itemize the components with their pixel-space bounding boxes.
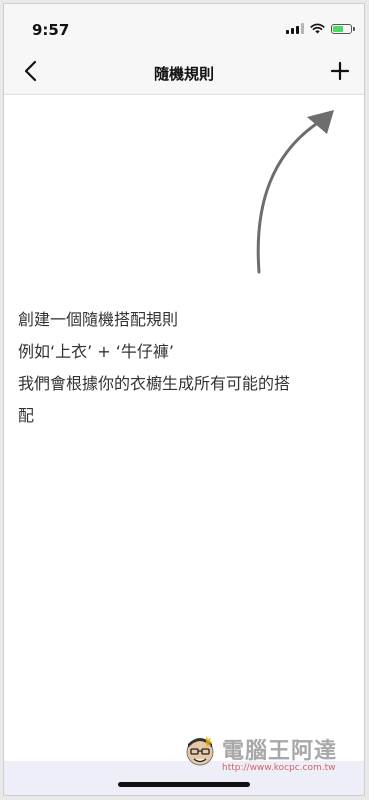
status-icons	[286, 23, 355, 34]
empty-state-line: 例如‘上衣’ + ‘牛仔褲’	[18, 342, 174, 361]
battery-charging-icon	[331, 23, 355, 34]
status-time: 9:57	[32, 21, 70, 39]
navigation-bar: 隨機規則	[4, 48, 364, 95]
watermark: 電腦王阿達 http://www.kocpc.com.tw	[184, 730, 359, 780]
empty-state-line: 創建一個隨機搭配規則	[18, 310, 179, 329]
phone-screen: 9:57 隨機規則 創建一個隨機搭配規則 例如‘上衣’ + ‘牛仔褲’ 我們會根…	[3, 3, 365, 796]
page-title: 隨機規則	[153, 65, 214, 83]
plus-icon	[330, 61, 350, 81]
empty-state-message: 創建一個隨機搭配規則 例如‘上衣’ + ‘牛仔褲’ 我們會根據你的衣櫥生成所有可…	[18, 304, 354, 432]
empty-state-line: 我們會根據你的衣櫥生成所有可能的搭	[18, 374, 291, 393]
home-indicator[interactable]	[118, 782, 250, 787]
wifi-icon	[310, 23, 325, 34]
empty-state-line: 配	[18, 406, 35, 425]
mascot-face-icon	[186, 736, 214, 766]
watermark-url: http://www.kocpc.com.tw	[222, 763, 336, 773]
status-bar: 9:57	[4, 4, 364, 48]
watermark-title: 電腦王阿達	[222, 739, 338, 764]
add-rule-button[interactable]	[326, 57, 354, 85]
signal-icon	[286, 23, 304, 34]
